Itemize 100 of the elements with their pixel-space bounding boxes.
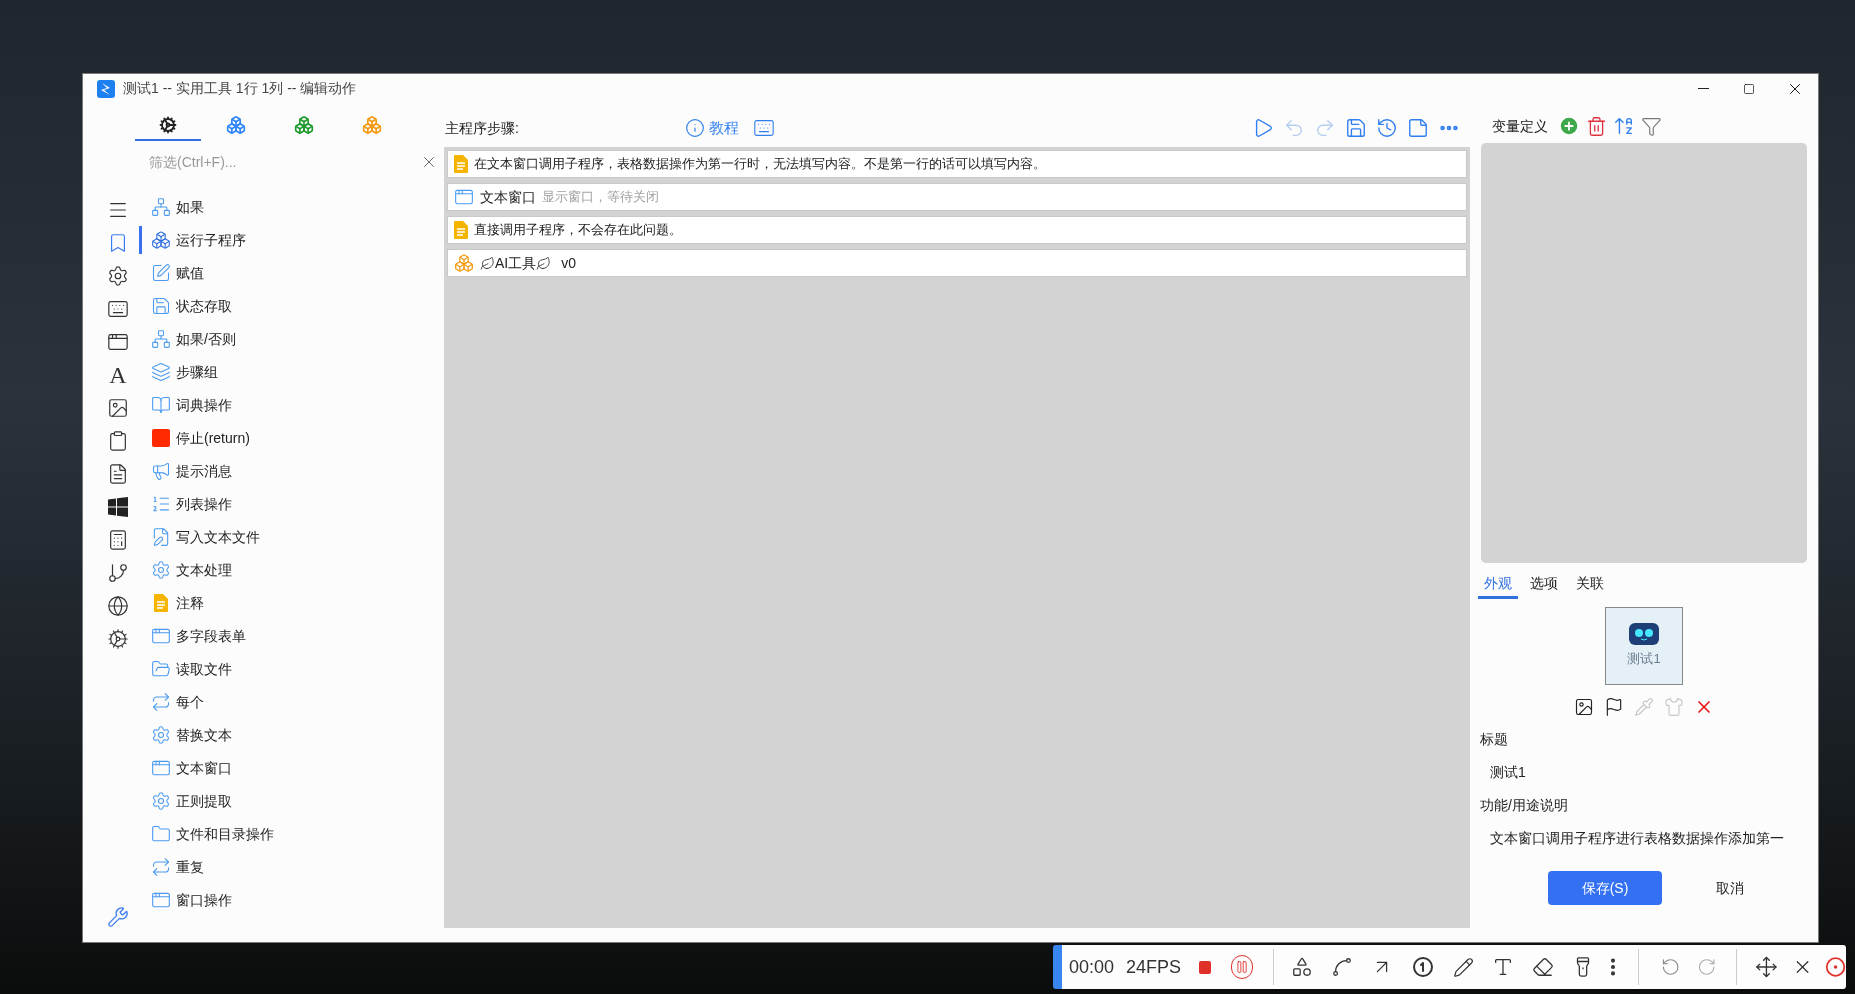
flag-icon[interactable]: [1604, 697, 1624, 717]
action-item[interactable]: 状态存取: [139, 292, 274, 320]
action-label: 正则提取: [176, 791, 232, 811]
filter-field[interactable]: 筛选(Ctrl+F)...: [145, 151, 420, 173]
action-item[interactable]: 如果/否则: [139, 325, 274, 353]
windows-logo-icon[interactable]: [108, 496, 128, 517]
maximize-icon: [1743, 82, 1755, 95]
letter-icon[interactable]: A: [109, 362, 127, 387]
edit-icon: [151, 263, 171, 283]
action-item[interactable]: 写入文本文件: [139, 523, 274, 551]
action-item[interactable]: 词典操作: [139, 391, 274, 419]
field-value[interactable]: 文本窗口调用子程序进行表格数据操作添加第一: [1490, 828, 1810, 849]
thumbnail[interactable]: 测试1: [1605, 607, 1683, 685]
cancel-button[interactable]: 取消: [1690, 871, 1770, 905]
undo-icon[interactable]: [1661, 956, 1681, 978]
action-item[interactable]: 运行子程序: [139, 226, 274, 254]
stop-icon[interactable]: [1199, 960, 1211, 974]
thumbnail-caption: 测试1: [1627, 650, 1661, 669]
fps-text: 24FPS: [1126, 955, 1182, 979]
action-item[interactable]: 读取文件: [139, 655, 274, 683]
panel-tab[interactable]: 关联: [1570, 571, 1610, 599]
action-label: 窗口操作: [176, 890, 232, 910]
step-title: 文本窗口: [480, 187, 536, 207]
megaphone-icon: [151, 461, 171, 481]
version-label: v0: [561, 253, 577, 273]
save-icon[interactable]: [1345, 117, 1367, 139]
repeat-icon: [151, 692, 171, 712]
field-value[interactable]: 测试1: [1490, 762, 1810, 783]
delete-icon[interactable]: [1586, 115, 1607, 137]
gears-icon[interactable]: [107, 627, 129, 650]
action-item[interactable]: 步骤组: [139, 358, 274, 386]
action-label: 提示消息: [176, 461, 232, 481]
cubes-icon: [454, 253, 474, 273]
book-icon: [151, 395, 171, 415]
image-icon[interactable]: [107, 396, 129, 419]
step-row[interactable]: 在文本窗口调用子程序，表格数据操作为第一行时，无法填写内容。不是第一行的话可以填写内容。: [447, 150, 1467, 178]
step-row[interactable]: AI工具 v0: [447, 249, 1467, 277]
action-label: 状态存取: [176, 296, 232, 316]
save-icon: [151, 296, 171, 316]
action-item[interactable]: 提示消息: [139, 457, 274, 485]
action-item[interactable]: 正则提取: [139, 787, 274, 815]
action-item[interactable]: 如果: [139, 193, 274, 221]
save-button[interactable]: 保存(S): [1548, 871, 1662, 905]
clipboard-icon[interactable]: [107, 429, 129, 452]
settings-icon[interactable]: [107, 264, 129, 287]
shapes-icon[interactable]: [1291, 956, 1314, 978]
action-label: 赋值: [176, 263, 204, 283]
history-icon[interactable]: [1376, 117, 1398, 139]
gears-icon: [159, 116, 177, 134]
action-item[interactable]: 每个: [139, 688, 274, 716]
leaf-icon: [536, 255, 552, 271]
action-item[interactable]: 停止(return): [139, 424, 274, 452]
section-title: 变量定义: [1492, 116, 1548, 136]
file-edit-icon: [151, 527, 171, 547]
pencil-icon[interactable]: [1453, 956, 1475, 978]
step-row[interactable]: 直接调用子程序，不会存在此问题。: [447, 216, 1467, 244]
move-icon[interactable]: [1754, 954, 1778, 980]
section-title: 主程序步骤:: [445, 118, 520, 138]
action-item[interactable]: 替换文本: [139, 721, 274, 749]
step-row[interactable]: 文本窗口 显示窗口，等待关闭: [447, 183, 1467, 211]
add-icon[interactable]: [1558, 115, 1580, 137]
action-label: 文本窗口: [176, 758, 232, 778]
number-marker-icon[interactable]: [1411, 955, 1436, 979]
sort-icon[interactable]: [1613, 115, 1635, 137]
action-label: 注释: [176, 593, 204, 613]
action-item[interactable]: 列表操作: [139, 490, 274, 518]
action-label: 词典操作: [176, 395, 232, 415]
panel-tab[interactable]: 外观: [1478, 571, 1518, 599]
note-icon: [154, 594, 168, 612]
action-item[interactable]: 注释: [139, 589, 274, 617]
action-item[interactable]: 窗口操作: [139, 886, 274, 914]
record-icon[interactable]: [1824, 955, 1846, 979]
polyline-icon[interactable]: [1331, 956, 1354, 978]
field-label: 标题: [1480, 730, 1509, 749]
wrench-icon[interactable]: [107, 906, 129, 928]
note-icon: [454, 155, 468, 173]
globe-icon[interactable]: [107, 594, 129, 617]
action-item[interactable]: 重复: [139, 853, 274, 881]
folder-open-icon: [151, 659, 171, 679]
eraser-icon[interactable]: [1532, 956, 1555, 978]
stop-icon: [152, 429, 170, 447]
action-item[interactable]: 多字段表单: [139, 622, 274, 650]
window-title: 测试1 -- 实用工具 1行 1列 -- 编辑动作: [123, 79, 357, 98]
robot-icon: [1629, 623, 1659, 646]
gear-icon: [151, 725, 171, 745]
comment-text: 直接调用子程序，不会存在此问题。: [474, 221, 682, 240]
tutorial-link[interactable]: 教程: [685, 116, 739, 140]
action-item[interactable]: 文本处理: [139, 556, 274, 584]
sticky-note-icon[interactable]: [1407, 117, 1429, 139]
action-label: 如果/否则: [176, 329, 236, 349]
document-icon[interactable]: [107, 462, 129, 485]
image-icon[interactable]: [1574, 697, 1594, 717]
branch-icon[interactable]: [107, 561, 129, 584]
filter-icon[interactable]: [1641, 115, 1662, 137]
panel-tab[interactable]: 选项: [1524, 571, 1564, 599]
action-label: 列表操作: [176, 494, 232, 514]
action-item[interactable]: 文件和目录操作: [139, 820, 274, 848]
action-item[interactable]: 赋值: [139, 259, 274, 287]
action-item[interactable]: 文本窗口: [139, 754, 274, 782]
calculator-icon[interactable]: [107, 528, 129, 551]
